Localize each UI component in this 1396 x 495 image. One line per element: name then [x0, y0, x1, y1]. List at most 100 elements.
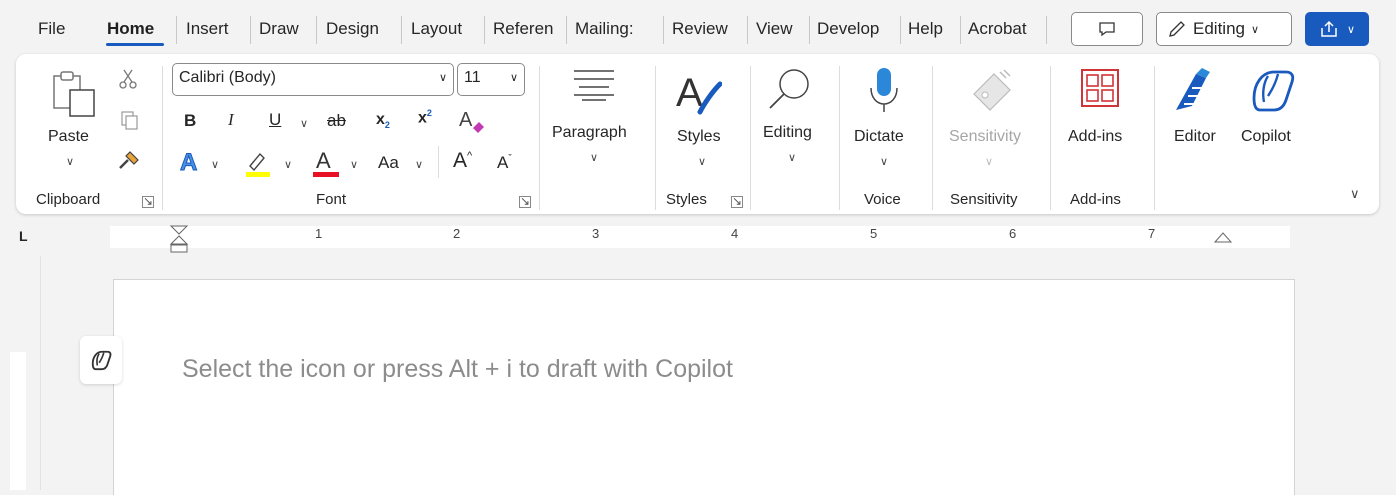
- chevron-down-icon: ∨: [1250, 23, 1260, 36]
- underline-icon[interactable]: U: [269, 110, 281, 130]
- sensitivity-label[interactable]: Sensitivity: [949, 128, 1021, 146]
- tab-divider: [900, 16, 901, 44]
- chevron-down-icon[interactable]: ∨: [284, 158, 292, 171]
- group-divider: [1154, 66, 1155, 210]
- search-icon[interactable]: [766, 66, 814, 119]
- editing-mode-button[interactable]: Editing ∨: [1156, 12, 1292, 46]
- tab-acrobat[interactable]: Acrobat: [968, 19, 1027, 39]
- ruler-number: 5: [870, 226, 878, 241]
- pencil-icon: [1169, 21, 1185, 37]
- ruler-number: 3: [592, 226, 600, 241]
- svg-text:A: A: [459, 109, 473, 131]
- chevron-down-icon[interactable]: ∨: [698, 155, 706, 168]
- superscript-icon[interactable]: x2: [418, 108, 432, 127]
- font-name-dropdown[interactable]: Calibri (Body) ∨: [172, 63, 454, 96]
- font-launcher-icon[interactable]: ↘: [519, 195, 531, 208]
- paragraph-label[interactable]: Paragraph: [552, 124, 627, 142]
- addins-label[interactable]: Add-ins: [1068, 128, 1122, 146]
- group-divider: [750, 66, 751, 210]
- chevron-down-icon[interactable]: ∨: [985, 155, 993, 168]
- indent-marker-icon[interactable]: [168, 224, 190, 259]
- vertical-ruler-track: [10, 352, 26, 490]
- chevron-down-icon[interactable]: ∨: [880, 155, 888, 168]
- editing-label[interactable]: Editing: [763, 124, 812, 142]
- comments-button[interactable]: [1071, 12, 1143, 46]
- tab-insert[interactable]: Insert: [186, 19, 229, 39]
- tab-divider: [663, 16, 664, 44]
- ruler-track: [110, 226, 1290, 248]
- editing-mode-label: Editing: [1193, 19, 1245, 38]
- paste-icon[interactable]: [50, 70, 98, 123]
- copilot-draft-button[interactable]: [80, 336, 122, 384]
- format-painter-icon[interactable]: [116, 150, 140, 177]
- italic-icon[interactable]: I: [228, 110, 234, 130]
- tab-layout[interactable]: Layout: [411, 19, 462, 39]
- tab-home[interactable]: Home: [107, 19, 154, 39]
- tab-divider: [747, 16, 748, 44]
- tab-references[interactable]: Referen: [493, 19, 553, 39]
- tab-file[interactable]: File: [38, 19, 65, 39]
- group-divider: [438, 146, 439, 178]
- grow-font-icon[interactable]: A^: [453, 149, 472, 173]
- strikethrough-icon[interactable]: ab: [327, 111, 346, 131]
- right-indent-marker-icon[interactable]: [1213, 230, 1233, 249]
- font-size-dropdown[interactable]: 11 ∨: [457, 63, 525, 96]
- tab-help[interactable]: Help: [908, 19, 943, 39]
- paste-label[interactable]: Paste: [48, 128, 89, 146]
- copilot-label[interactable]: Copilot: [1241, 128, 1291, 146]
- comment-icon: [1099, 22, 1115, 37]
- tab-divider: [250, 16, 251, 44]
- tab-developer[interactable]: Develop: [817, 19, 897, 39]
- change-case-icon[interactable]: Aa: [378, 153, 399, 173]
- copilot-placeholder-text: Select the icon or press Alt + i to draf…: [182, 355, 733, 383]
- share-icon: [1321, 20, 1337, 37]
- svg-text:A: A: [676, 71, 703, 115]
- chevron-down-icon[interactable]: ∨: [350, 158, 358, 171]
- tab-divider: [960, 16, 961, 44]
- tab-divider: [1046, 16, 1047, 44]
- tab-selector-icon[interactable]: L: [19, 228, 28, 244]
- voice-group-label: Voice: [864, 191, 901, 208]
- styles-launcher-icon[interactable]: ↘: [731, 195, 743, 208]
- styles-icon[interactable]: A: [674, 68, 723, 123]
- tab-review[interactable]: Review: [672, 19, 728, 39]
- clipboard-launcher-icon[interactable]: ↘: [142, 195, 154, 208]
- chevron-down-icon[interactable]: ∨: [211, 158, 219, 171]
- subscript-icon[interactable]: x2: [376, 111, 390, 130]
- document-page[interactable]: [113, 279, 1295, 495]
- tab-mailings[interactable]: Mailing:: [575, 19, 659, 39]
- ruler-number: 7: [1148, 226, 1156, 241]
- chevron-down-icon[interactable]: ∨: [788, 151, 796, 164]
- shrink-font-icon[interactable]: Aˇ: [497, 153, 512, 173]
- chevron-down-icon[interactable]: ∨: [66, 155, 74, 168]
- group-divider: [655, 66, 656, 210]
- clear-formatting-icon[interactable]: A: [457, 106, 487, 139]
- tab-draw[interactable]: Draw: [259, 19, 299, 39]
- editor-icon[interactable]: [1172, 66, 1220, 119]
- group-divider: [162, 66, 163, 210]
- font-color-icon[interactable]: A: [312, 146, 340, 183]
- tab-design[interactable]: Design: [326, 19, 379, 39]
- addins-icon[interactable]: [1080, 68, 1120, 113]
- chevron-down-icon[interactable]: ∨: [590, 151, 598, 164]
- bold-icon[interactable]: B: [184, 111, 196, 131]
- font-name-value: Calibri (Body): [179, 69, 276, 86]
- dictate-label[interactable]: Dictate: [854, 128, 904, 146]
- chevron-down-icon[interactable]: ∨: [415, 158, 423, 171]
- tab-divider: [484, 16, 485, 44]
- sensitivity-icon[interactable]: [970, 68, 1016, 117]
- ribbon-collapse-icon[interactable]: ∨: [1350, 186, 1360, 202]
- chevron-down-icon[interactable]: ∨: [300, 117, 308, 130]
- text-effects-icon[interactable]: A: [178, 148, 204, 181]
- copy-icon[interactable]: [121, 111, 139, 136]
- tab-view[interactable]: View: [756, 19, 793, 39]
- highlight-icon[interactable]: [244, 148, 272, 183]
- editor-label[interactable]: Editor: [1174, 128, 1216, 146]
- cut-icon[interactable]: [119, 68, 137, 95]
- share-button[interactable]: ∨: [1305, 12, 1369, 46]
- styles-label[interactable]: Styles: [677, 128, 721, 146]
- copilot-icon[interactable]: [1246, 66, 1298, 119]
- paragraph-icon[interactable]: [570, 68, 618, 107]
- microphone-icon[interactable]: [866, 66, 902, 121]
- group-divider: [932, 66, 933, 210]
